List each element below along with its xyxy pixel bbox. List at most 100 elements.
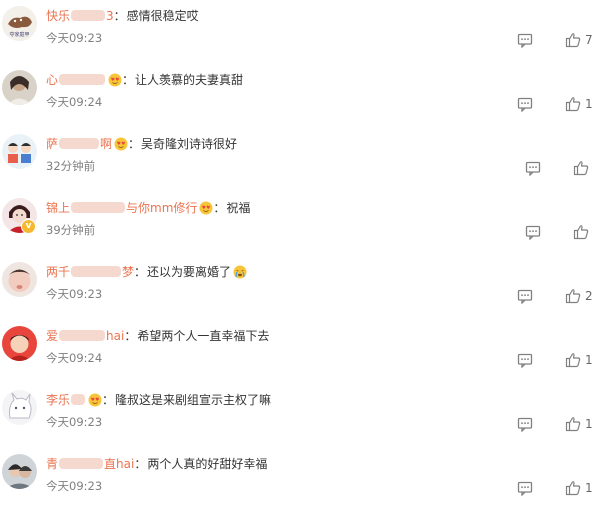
- avatar[interactable]: [2, 262, 37, 297]
- thumbs-up-icon[interactable]: [565, 480, 581, 496]
- comment-item: 心 ：让人羡慕的夫妻真甜 今天09:24 1: [0, 68, 613, 132]
- heart-eyes-emoji-icon: [114, 137, 128, 151]
- comment-text: 两个人真的好甜好幸福: [147, 457, 268, 471]
- avatar-image-icon: [2, 262, 37, 297]
- like-count: 1: [585, 97, 593, 111]
- comment-separator: ：: [134, 265, 147, 279]
- blurred-username-segment: [71, 202, 126, 213]
- like-count: 7: [585, 33, 593, 47]
- like-count: 1: [585, 417, 593, 431]
- crying-emoji-icon: [233, 265, 247, 279]
- comment-separator: ：: [134, 457, 147, 471]
- thumbs-up-icon[interactable]: [565, 288, 581, 304]
- comment-item: 青直hai：两个人真的好甜好幸福 今天09:23 1: [0, 452, 613, 516]
- comment-text: 让人羡慕的夫妻真甜: [135, 73, 244, 87]
- comment-content: 心 ：让人羡慕的夫妻真甜: [46, 70, 243, 90]
- heart-eyes-emoji-icon: [108, 73, 122, 87]
- blurred-username-segment: [59, 330, 106, 341]
- avatar[interactable]: [2, 70, 37, 105]
- comment-username[interactable]: 两千梦: [46, 265, 134, 279]
- comment-content: 萨啊 ：吴奇隆刘诗诗很好: [46, 134, 237, 154]
- comment-text: 祝福: [226, 201, 251, 215]
- comment-item: 萨啊 ：吴奇隆刘诗诗很好 32分钟前: [0, 132, 613, 196]
- comment-item: v 锦上 与你mm修行 ：祝福 39分钟前: [0, 196, 613, 260]
- avatar-image-icon: [2, 134, 37, 169]
- comment-content: 锦上 与你mm修行 ：祝福: [46, 198, 250, 218]
- blurred-username-segment: [71, 266, 122, 277]
- comment-username[interactable]: 锦上 与你mm修行: [46, 201, 197, 215]
- thumbs-up-icon[interactable]: [573, 224, 589, 240]
- heart-eyes-emoji-icon: [199, 201, 213, 215]
- verified-badge-icon: v: [21, 219, 36, 234]
- comment-username[interactable]: 萨啊: [46, 137, 112, 151]
- avatar[interactable]: [2, 454, 37, 489]
- comment-time: 今天09:23: [46, 479, 103, 493]
- comment-time: 32分钟前: [46, 159, 96, 173]
- blurred-username-segment: [71, 10, 106, 21]
- like-count: 1: [585, 481, 593, 495]
- thumbs-up-icon[interactable]: [565, 96, 581, 112]
- reply-icon[interactable]: [517, 288, 533, 304]
- heart-eyes-emoji-icon: [88, 393, 102, 407]
- comment-item: 李乐 ：隆叔这是来剧组宣示主权了嘛 今天09:23 1: [0, 388, 613, 452]
- reply-icon[interactable]: [517, 32, 533, 48]
- comment-time: 今天09:23: [46, 415, 103, 429]
- like-count: 1: [585, 353, 593, 367]
- blurred-username-segment: [59, 458, 104, 469]
- thumbs-up-icon[interactable]: [573, 160, 589, 176]
- comment-feed: 夺家庭甲 快乐 3：感情很稳定哎 今天09:23 7 心 ：让人羡慕的夫妻真甜 …: [0, 0, 613, 501]
- comment-item: 夺家庭甲 快乐 3：感情很稳定哎 今天09:23 7: [0, 4, 613, 68]
- comment-separator: ：: [128, 137, 141, 151]
- avatar-image-icon: [2, 390, 37, 425]
- avatar[interactable]: [2, 390, 37, 425]
- comment-username[interactable]: 心: [46, 73, 106, 87]
- comment-content: 快乐 3：感情很稳定哎: [46, 6, 199, 26]
- blurred-username-segment: [59, 74, 106, 85]
- blurred-username-segment: [59, 138, 100, 149]
- comment-separator: ：: [113, 9, 126, 23]
- comment-separator: ：: [122, 73, 135, 87]
- comment-time: 今天09:24: [46, 95, 103, 109]
- reply-icon[interactable]: [517, 480, 533, 496]
- comment-content: 两千 梦：还以为要离婚了: [46, 262, 247, 282]
- comment-text: 隆叔这是来剧组宣示主权了嘛: [115, 393, 272, 407]
- comment-item: 两千 梦：还以为要离婚了 今天09:23 2: [0, 260, 613, 324]
- comment-username[interactable]: 快乐 3: [46, 9, 114, 23]
- thumbs-up-icon[interactable]: [565, 32, 581, 48]
- comment-text: 感情很稳定哎: [126, 9, 199, 23]
- like-count: 2: [585, 289, 593, 303]
- thumbs-up-icon[interactable]: [565, 352, 581, 368]
- comment-time: 今天09:23: [46, 31, 103, 45]
- reply-icon[interactable]: [517, 416, 533, 432]
- comment-username[interactable]: 爱 hai: [46, 329, 124, 343]
- avatar-caption: 夺家庭甲: [9, 31, 29, 38]
- avatar[interactable]: 夺家庭甲: [2, 6, 37, 41]
- comment-item: 爱 hai：希望两个人一直幸福下去 今天09:24 1: [0, 324, 613, 388]
- comment-time: 今天09:24: [46, 351, 103, 365]
- comment-time: 今天09:23: [46, 287, 103, 301]
- comment-text: 希望两个人一直幸福下去: [137, 329, 270, 343]
- reply-icon[interactable]: [525, 224, 541, 240]
- avatar[interactable]: [2, 326, 37, 361]
- comment-separator: ：: [102, 393, 115, 407]
- comment-text: 还以为要离婚了: [147, 265, 232, 279]
- comment-username[interactable]: 青直hai: [46, 457, 134, 471]
- reply-icon[interactable]: [525, 160, 541, 176]
- reply-icon[interactable]: [517, 96, 533, 112]
- avatar-image-icon: [2, 326, 37, 361]
- comment-content: 爱 hai：希望两个人一直幸福下去: [46, 326, 269, 346]
- thumbs-up-icon[interactable]: [565, 416, 581, 432]
- comment-separator: ：: [124, 329, 137, 343]
- avatar[interactable]: [2, 134, 37, 169]
- comment-time: 39分钟前: [46, 223, 96, 237]
- comment-separator: ：: [213, 201, 226, 215]
- comment-content: 李乐 ：隆叔这是来剧组宣示主权了嘛: [46, 390, 271, 410]
- comment-username[interactable]: 李乐: [46, 393, 86, 407]
- avatar-image-icon: [2, 454, 37, 489]
- avatar-image-icon: 夺家庭甲: [2, 6, 37, 41]
- reply-icon[interactable]: [517, 352, 533, 368]
- blurred-username-segment: [71, 394, 86, 405]
- avatar-image-icon: [2, 70, 37, 105]
- comment-text: 吴奇隆刘诗诗很好: [141, 137, 238, 151]
- comment-content: 青直hai：两个人真的好甜好幸福: [46, 454, 267, 474]
